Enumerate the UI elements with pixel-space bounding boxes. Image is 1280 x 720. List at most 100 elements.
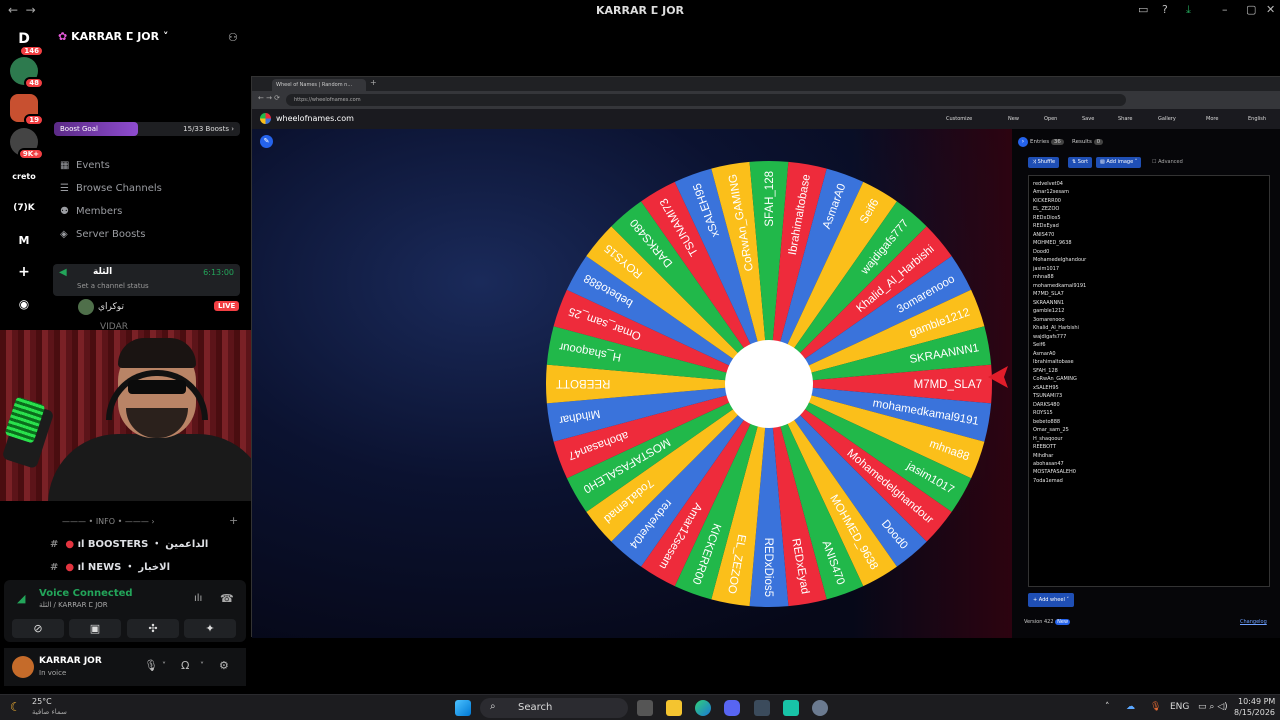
entry-line[interactable]: REDxDios5 (1033, 214, 1265, 222)
entry-line[interactable]: Omar_sam_25 (1033, 426, 1265, 434)
address-bar[interactable]: https://wheelofnames.com (286, 94, 1126, 106)
add-image-button[interactable]: ▧ Add image ˅ (1096, 157, 1142, 168)
entry-line[interactable]: SFAH_128 (1033, 367, 1265, 375)
clock-date[interactable]: 8/15/2026 (1234, 708, 1275, 717)
menu-gallery[interactable]: Gallery (1158, 116, 1176, 122)
entry-line[interactable]: gamble1212 (1033, 307, 1265, 315)
tab-results[interactable]: Results 0 (1072, 139, 1104, 145)
settings-gear-icon[interactable]: ⚙ (219, 659, 229, 672)
voice-channel-row[interactable]: ◀ الثلة 6:13:00 Set a channel status (53, 264, 240, 296)
edit-icon[interactable]: ✎ (260, 135, 273, 148)
category-info[interactable]: ——— • INFO • ——— › (62, 517, 155, 526)
server-icon[interactable]: 9K+ (10, 128, 44, 160)
server-name[interactable]: ✿ KARRAR ⵎ JOR ˅ (58, 30, 168, 43)
discover-icon[interactable]: ◉ (10, 290, 38, 318)
entry-line[interactable]: 7oda1emad (1033, 477, 1265, 485)
add-channel-icon[interactable]: + (229, 514, 238, 527)
chevron-down-icon[interactable]: ˅ (162, 661, 166, 670)
windows-start-icon[interactable] (455, 700, 471, 716)
weather-desc[interactable]: سماء صافية (32, 708, 67, 716)
settings-app-icon[interactable] (812, 700, 828, 716)
microphone-icon[interactable]: 🎙 (144, 659, 158, 672)
collapse-panel-icon[interactable]: › (1018, 137, 1028, 147)
help-icon[interactable]: ? (1162, 3, 1168, 16)
language-indicator[interactable]: ENG (1170, 702, 1189, 712)
channel-news[interactable]: # ● ıl NEWS ・ الاخبار (50, 558, 170, 573)
entry-line[interactable]: M7MD_SLA7 (1033, 290, 1265, 298)
mic-tray-icon[interactable]: 🎙 (1150, 702, 1161, 712)
entry-line[interactable]: xSALEH95 (1033, 384, 1265, 392)
avatar[interactable] (12, 656, 34, 678)
site-name[interactable]: wheelofnames.com (276, 114, 354, 123)
changelog-link[interactable]: Changelog (1240, 619, 1267, 625)
entry-line[interactable]: CoRwAn_GAMING (1033, 375, 1265, 383)
entry-line[interactable]: mohamedkamal9191 (1033, 282, 1265, 290)
close-icon[interactable]: ✕ (1266, 3, 1275, 16)
voice-member[interactable]: توكراي (98, 302, 124, 312)
noise-icon[interactable]: ılı (194, 593, 202, 604)
add-wheel-button[interactable]: + Add wheel ˅ (1028, 593, 1074, 607)
menu-more[interactable]: More (1206, 116, 1218, 122)
entry-line[interactable]: Mihdhar (1033, 452, 1265, 460)
entry-line[interactable]: AsmarA0 (1033, 350, 1265, 358)
entry-line[interactable]: 3omarenooo (1033, 316, 1265, 324)
entry-line[interactable]: ANIS470 (1033, 231, 1265, 239)
calculator-icon[interactable] (754, 700, 770, 716)
task-view-icon[interactable] (637, 700, 653, 716)
server-boosts-item[interactable]: ◈ Server Boosts (60, 229, 145, 240)
entry-line[interactable]: SKRAANNN1 (1033, 299, 1265, 307)
entry-line[interactable]: REEBOTT (1033, 443, 1265, 451)
entries-textarea[interactable]: redvelvet04 Amar12sesam KICKERR00 EL_ZEZOO R… (1028, 175, 1270, 587)
menu-open[interactable]: Open (1044, 116, 1057, 122)
entry-line[interactable]: MOSTAFASALEH0 (1033, 468, 1265, 476)
invite-icon[interactable]: ⚇ (228, 31, 238, 44)
camera-off-button[interactable]: ⊘ (12, 619, 64, 638)
weather-icon[interactable]: ☾ (10, 700, 21, 714)
entry-line[interactable]: jasim1017 (1033, 265, 1265, 273)
browse-channels-item[interactable]: ☰ Browse Channels (60, 183, 162, 194)
network-icon[interactable]: ▭ ⌕ ◁) (1198, 702, 1228, 712)
activities-button[interactable]: ✣ (127, 619, 179, 638)
shuffle-button[interactable]: ⤨ Shuffle (1028, 157, 1060, 168)
entry-line[interactable]: Ibrahimaltobase (1033, 358, 1265, 366)
events-item[interactable]: ▦ Events (60, 160, 110, 171)
entry-line[interactable]: ROYS15 (1033, 409, 1265, 417)
download-icon[interactable]: ⤓ (1186, 3, 1191, 17)
menu-share[interactable]: Share (1118, 116, 1132, 122)
app-icon[interactable] (783, 700, 799, 716)
add-server-icon[interactable]: + (10, 258, 38, 286)
chevron-down-icon[interactable]: ˅ (200, 661, 204, 670)
server-icon-dm[interactable]: D 146 (10, 25, 44, 57)
server-icon[interactable]: 48 (10, 57, 44, 89)
entry-line[interactable]: EL_ZEZOO (1033, 205, 1265, 213)
server-icon-m[interactable]: M (10, 226, 38, 254)
entry-line[interactable]: Mohamedelghandour (1033, 256, 1265, 264)
entry-line[interactable]: KICKERR00 (1033, 197, 1265, 205)
nav-arrows-icon[interactable]: ← → ⟳ (258, 94, 280, 102)
entry-line[interactable]: Dood0 (1033, 248, 1265, 256)
edge-browser-icon[interactable] (695, 700, 711, 716)
entry-line[interactable]: DARKS480 (1033, 401, 1265, 409)
menu-language[interactable]: English (1248, 116, 1266, 122)
taskbar-search[interactable]: ⌕ Search (480, 698, 628, 718)
soundboard-button[interactable]: ✦ (184, 619, 236, 638)
entry-line[interactable]: REDxEyad (1033, 222, 1265, 230)
entry-line[interactable]: Amar12sesam (1033, 188, 1265, 196)
members-item[interactable]: ⚉ Members (60, 206, 122, 217)
wheel-center[interactable] (725, 340, 813, 428)
new-tab-icon[interactable]: + (370, 78, 377, 87)
clock-time[interactable]: 10:49 PM (1238, 697, 1275, 706)
sort-button[interactable]: ⇅ Sort (1068, 157, 1093, 168)
tray-chevron-icon[interactable]: ˄ (1105, 702, 1110, 712)
entry-line[interactable]: bebeto888 (1033, 418, 1265, 426)
entry-line[interactable]: Khalid_Al_Harbishi (1033, 324, 1265, 332)
disconnect-icon[interactable]: ☎ (220, 592, 234, 605)
entry-line[interactable]: abohasan47 (1033, 460, 1265, 468)
server-icon-active[interactable]: 19 (10, 94, 44, 126)
discord-icon[interactable] (724, 700, 740, 716)
inbox-icon[interactable]: ▭ (1138, 3, 1148, 16)
name-wheel[interactable]: M7MD_SLA7mohamedkamal9191mhna88jasim1017… (544, 159, 994, 609)
screen-share-button[interactable]: ▣ (69, 619, 121, 638)
boost-goal-bar[interactable]: Boost Goal 15/33 Boosts › (54, 122, 240, 136)
channel-boosters[interactable]: # ● ıl BOOSTERS ・ الداعمين (50, 535, 208, 550)
